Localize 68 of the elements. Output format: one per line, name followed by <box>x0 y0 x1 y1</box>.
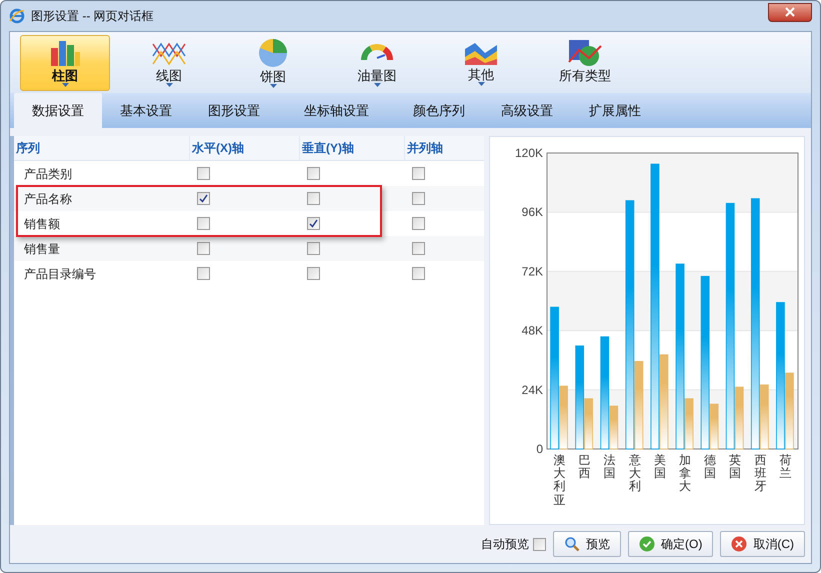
chart-type-button[interactable]: 其他 <box>436 34 526 90</box>
ok-button[interactable]: 确定(O) <box>628 531 714 557</box>
axis-tick-label: 96K <box>522 205 543 220</box>
category-label: 荷兰 <box>779 454 792 482</box>
category-label: 澳大利亚 <box>554 454 566 507</box>
category-label: 英国 <box>729 454 742 482</box>
category-label: 美国 <box>654 454 666 482</box>
combined-chart-icon <box>567 38 603 68</box>
axis-tick-label: 0 <box>536 442 543 454</box>
series-name: 产品名称 <box>24 192 72 206</box>
checkbox[interactable] <box>412 192 425 205</box>
checkbox[interactable] <box>197 267 210 280</box>
checkbox[interactable] <box>412 242 425 255</box>
chart-type-button[interactable]: 所有类型 <box>540 34 630 90</box>
category-label: 巴西 <box>578 454 591 482</box>
series-name: 销售额 <box>24 216 60 230</box>
tab[interactable]: 坐标轴设置 <box>278 93 395 128</box>
category-label: 德国 <box>704 454 716 482</box>
checkbox[interactable] <box>412 167 425 180</box>
axis-tick-label: 120K <box>514 146 543 160</box>
checkbox[interactable] <box>412 267 425 280</box>
category-label: 加拿大 <box>679 454 692 496</box>
column-header: 并列轴 <box>407 140 443 157</box>
checkbox[interactable] <box>412 217 425 230</box>
column-header: 垂直(Y)轴 <box>302 140 354 157</box>
auto-preview-label: 自动预览 <box>481 536 529 553</box>
close-circle-icon <box>731 536 748 552</box>
axis-tick-label: 72K <box>522 264 543 278</box>
series-name: 销售量 <box>24 242 60 256</box>
column-header: 序列 <box>16 140 40 157</box>
tab[interactable]: 高级设置 <box>483 93 571 128</box>
category-label: 西班牙 <box>754 454 766 496</box>
chart-type-button[interactable]: 饼图 <box>228 34 318 90</box>
preview-button[interactable]: 预览 <box>553 531 621 557</box>
checkbox[interactable] <box>307 192 320 205</box>
tab[interactable]: 基本设置 <box>102 93 190 128</box>
checkbox[interactable] <box>197 167 210 180</box>
chart-type-button[interactable]: 油量图 <box>332 34 422 90</box>
window-title: 图形设置 -- 网页对话框 <box>31 8 154 25</box>
checkbox[interactable] <box>533 538 546 550</box>
close-button[interactable] <box>768 2 812 22</box>
check-circle-icon <box>639 536 655 552</box>
category-label: 法国 <box>604 454 616 482</box>
tab[interactable]: 颜色序列 <box>395 93 483 128</box>
bar-chart-icon <box>48 38 82 68</box>
pie-chart-icon <box>257 37 289 69</box>
tab[interactable]: 数据设置 <box>14 93 102 128</box>
close-icon <box>785 7 795 17</box>
axis-tick-label: 48K <box>522 324 543 338</box>
chart-type-button[interactable]: 线图 <box>124 34 214 90</box>
checkbox[interactable] <box>197 242 210 255</box>
series-name: 产品目录编号 <box>24 266 96 280</box>
category-label: 意大利 <box>628 454 641 496</box>
axis-tick-label: 24K <box>522 382 543 397</box>
chart-type-button[interactable]: 柱图 <box>20 34 110 90</box>
checkbox[interactable] <box>197 192 210 205</box>
tab[interactable]: 图形设置 <box>190 93 278 128</box>
checkbox[interactable] <box>197 217 210 230</box>
search-icon <box>564 536 580 552</box>
series-name: 产品类别 <box>24 166 72 180</box>
checkbox[interactable] <box>307 242 320 255</box>
tab[interactable]: 扩展属性 <box>571 93 659 128</box>
cancel-button[interactable]: 取消(C) <box>720 531 805 557</box>
checkbox[interactable] <box>307 167 320 180</box>
checkbox[interactable] <box>307 217 320 230</box>
checkbox[interactable] <box>307 267 320 280</box>
browser-icon <box>9 8 25 24</box>
column-header: 水平(X)轴 <box>192 140 244 157</box>
